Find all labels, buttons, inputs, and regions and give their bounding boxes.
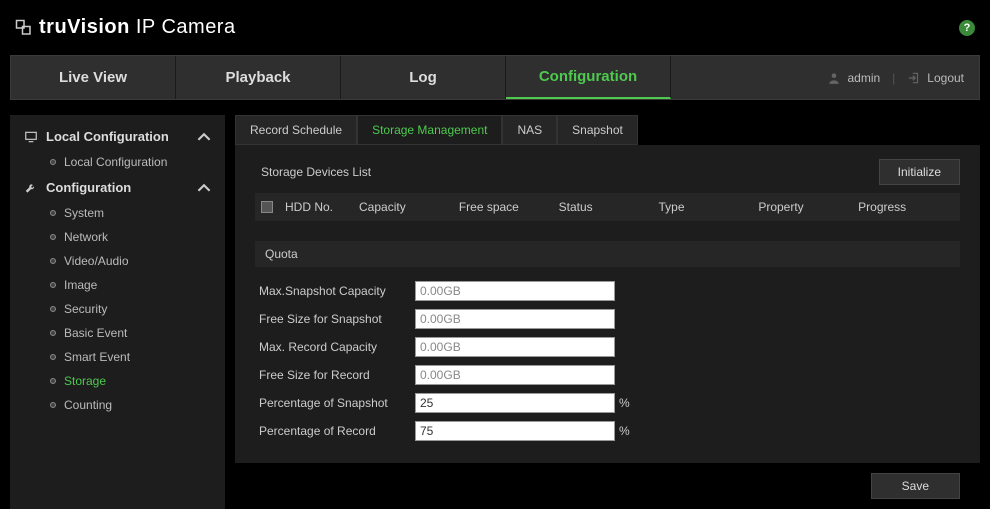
row-max-snapshot-capacity: Max.Snapshot Capacity bbox=[255, 281, 960, 301]
subtab-snapshot[interactable]: Snapshot bbox=[557, 115, 638, 145]
col-status: Status bbox=[559, 200, 655, 214]
suffix-percent: % bbox=[619, 424, 630, 438]
input-max-snapshot-capacity bbox=[415, 281, 615, 301]
save-button[interactable]: Save bbox=[871, 473, 960, 499]
brand-icon bbox=[15, 19, 33, 37]
brand: truVision IP Camera bbox=[15, 16, 236, 39]
row-free-size-snapshot: Free Size for Snapshot bbox=[255, 309, 960, 329]
sidebar-group-configuration[interactable]: Configuration bbox=[10, 174, 225, 201]
sidebar-item-counting[interactable]: Counting bbox=[10, 393, 225, 417]
bullet-icon bbox=[50, 402, 56, 408]
footer-actions: Save bbox=[235, 463, 980, 509]
row-percentage-snapshot: Percentage of Snapshot % bbox=[255, 393, 960, 413]
sidebar-group-local-configuration[interactable]: Local Configuration bbox=[10, 123, 225, 150]
user-area: admin | Logout bbox=[827, 56, 979, 99]
chevron-up-icon bbox=[197, 181, 211, 195]
sidebar: Local Configuration Local Configuration … bbox=[10, 115, 225, 509]
subtab-nas[interactable]: NAS bbox=[502, 115, 557, 145]
col-hdd-no: HDD No. bbox=[285, 200, 355, 214]
storage-panel: Storage Devices List Initialize HDD No. … bbox=[235, 145, 980, 463]
bullet-icon bbox=[50, 258, 56, 264]
bullet-icon bbox=[50, 330, 56, 336]
col-free-space: Free space bbox=[459, 200, 555, 214]
main-panel: Record Schedule Storage Management NAS S… bbox=[235, 115, 980, 509]
suffix-percent: % bbox=[619, 396, 630, 410]
wrench-icon bbox=[24, 181, 38, 195]
chevron-up-icon bbox=[197, 130, 211, 144]
tab-live-view[interactable]: Live View bbox=[11, 56, 176, 99]
col-type: Type bbox=[658, 200, 754, 214]
logout-icon bbox=[907, 71, 921, 85]
content: Local Configuration Local Configuration … bbox=[10, 115, 980, 509]
tab-playback[interactable]: Playback bbox=[176, 56, 341, 99]
col-capacity: Capacity bbox=[359, 200, 455, 214]
sidebar-item-system[interactable]: System bbox=[10, 201, 225, 225]
user-icon bbox=[827, 71, 841, 85]
input-free-size-snapshot bbox=[415, 309, 615, 329]
sidebar-item-smart-event[interactable]: Smart Event bbox=[10, 345, 225, 369]
separator: | bbox=[892, 71, 895, 85]
sidebar-item-image[interactable]: Image bbox=[10, 273, 225, 297]
app-header: truVision IP Camera ? bbox=[0, 0, 990, 55]
bullet-icon bbox=[50, 354, 56, 360]
sidebar-item-storage[interactable]: Storage bbox=[10, 369, 225, 393]
sidebar-item-security[interactable]: Security bbox=[10, 297, 225, 321]
help-icon[interactable]: ? bbox=[959, 20, 975, 36]
sidebar-item-video-audio[interactable]: Video/Audio bbox=[10, 249, 225, 273]
row-free-size-record: Free Size for Record bbox=[255, 365, 960, 385]
input-percentage-snapshot[interactable] bbox=[415, 393, 615, 413]
input-max-record-capacity bbox=[415, 337, 615, 357]
tab-log[interactable]: Log bbox=[341, 56, 506, 99]
devices-table-header: HDD No. Capacity Free space Status Type … bbox=[255, 193, 960, 221]
bullet-icon bbox=[50, 234, 56, 240]
main-nav: Live View Playback Log Configuration adm… bbox=[10, 55, 980, 100]
bullet-icon bbox=[50, 210, 56, 216]
subtab-storage-management[interactable]: Storage Management bbox=[357, 115, 502, 145]
col-property: Property bbox=[758, 200, 854, 214]
col-progress: Progress bbox=[858, 200, 954, 214]
quota-section-title: Quota bbox=[255, 241, 960, 267]
quota-form: Max.Snapshot Capacity Free Size for Snap… bbox=[255, 281, 960, 441]
bullet-icon bbox=[50, 159, 56, 165]
input-free-size-record bbox=[415, 365, 615, 385]
row-percentage-record: Percentage of Record % bbox=[255, 421, 960, 441]
bullet-icon bbox=[50, 282, 56, 288]
bullet-icon bbox=[50, 306, 56, 312]
select-all-checkbox[interactable] bbox=[261, 201, 273, 213]
row-max-record-capacity: Max. Record Capacity bbox=[255, 337, 960, 357]
monitor-icon bbox=[24, 130, 38, 144]
initialize-button[interactable]: Initialize bbox=[879, 159, 960, 185]
devices-list-title: Storage Devices List bbox=[255, 165, 371, 179]
brand-text: truVision IP Camera bbox=[39, 16, 236, 39]
input-percentage-record[interactable] bbox=[415, 421, 615, 441]
user-name: admin bbox=[847, 71, 880, 85]
sub-tabs: Record Schedule Storage Management NAS S… bbox=[235, 115, 980, 145]
sidebar-item-local-configuration[interactable]: Local Configuration bbox=[10, 150, 225, 174]
bullet-icon bbox=[50, 378, 56, 384]
logout-link[interactable]: Logout bbox=[927, 71, 964, 85]
subtab-record-schedule[interactable]: Record Schedule bbox=[235, 115, 357, 145]
sidebar-item-network[interactable]: Network bbox=[10, 225, 225, 249]
tab-configuration[interactable]: Configuration bbox=[506, 56, 671, 99]
sidebar-item-basic-event[interactable]: Basic Event bbox=[10, 321, 225, 345]
